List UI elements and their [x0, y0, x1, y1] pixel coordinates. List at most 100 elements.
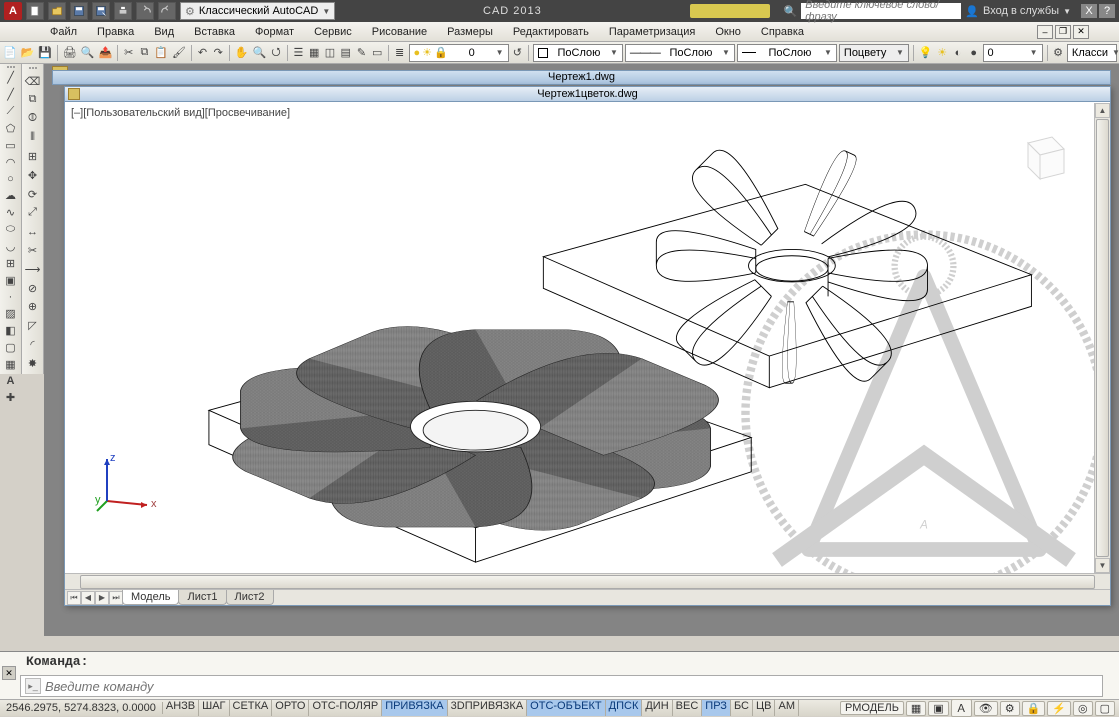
text-icon[interactable]: A	[2, 374, 20, 388]
scroll-thumb-v[interactable]	[1096, 119, 1109, 557]
light-icon[interactable]: 💡	[918, 43, 934, 63]
scroll-thumb-h[interactable]	[80, 575, 1095, 589]
tb-paste-icon[interactable]: 📋	[153, 43, 169, 63]
isolate-objects-icon[interactable]: ◎	[1073, 701, 1093, 716]
status-toggle-3dпривязка[interactable]: 3DПРИВЯЗКА	[448, 700, 528, 716]
block-icon[interactable]: ▣	[2, 273, 20, 288]
visualstyle-dropdown[interactable]: 0▼	[983, 44, 1043, 62]
menu-file[interactable]: Файл	[40, 24, 87, 40]
clean-screen-icon[interactable]: ▢	[1095, 701, 1115, 716]
stretch-icon[interactable]: ↔	[24, 223, 42, 240]
status-toggle-отс-поляр[interactable]: ОТС-ПОЛЯР	[309, 700, 382, 716]
trim-icon[interactable]: ✂	[24, 242, 42, 259]
ws-dropdown[interactable]: Класси▼	[1067, 44, 1117, 62]
status-toggle-ам[interactable]: АМ	[775, 700, 799, 716]
status-toggle-шаг[interactable]: ШАГ	[199, 700, 229, 716]
layer-manager-icon[interactable]: ≣	[393, 43, 407, 63]
menu-modify[interactable]: Редактировать	[503, 24, 599, 40]
point-icon[interactable]: ·	[2, 290, 20, 304]
tb-redo-icon[interactable]: ↷	[211, 43, 225, 63]
circle-icon[interactable]: ○	[2, 172, 20, 186]
scroll-down-icon[interactable]: ▼	[1095, 558, 1110, 573]
status-toggle-дпск[interactable]: ДПСК	[606, 700, 643, 716]
drawing-canvas[interactable]: [–][Пользовательский вид][Просвечивание]…	[65, 103, 1094, 573]
cmd-close-button[interactable]: ✕	[2, 666, 16, 680]
gradient-icon[interactable]: ◧	[2, 323, 20, 338]
sun-icon[interactable]: ☀	[935, 43, 949, 63]
sheet-first-icon[interactable]: ⏮	[67, 591, 81, 605]
polygon-icon[interactable]: ⬠	[2, 121, 20, 136]
layer-previous-icon[interactable]: ↺	[511, 43, 525, 63]
horizontal-scrollbar[interactable]	[65, 573, 1110, 589]
tab-layout1[interactable]: Лист1	[178, 590, 226, 605]
command-input[interactable]	[45, 679, 1102, 694]
xline-icon[interactable]: ╱	[2, 87, 20, 102]
workspace-switch-icon[interactable]: ⚙	[1000, 701, 1020, 716]
quickview-drawings-icon[interactable]: ▣	[928, 701, 948, 716]
tb-open-icon[interactable]: 📂	[20, 43, 36, 63]
hardware-accel-icon[interactable]: ⚡	[1047, 701, 1071, 716]
status-toggle-орто[interactable]: ОРТО	[272, 700, 309, 716]
menu-tools[interactable]: Сервис	[304, 24, 362, 40]
status-toggle-прз[interactable]: ПРЗ	[702, 700, 731, 716]
fillet-icon[interactable]: ◜	[24, 336, 42, 353]
tb-designcenter-icon[interactable]: ▦	[307, 43, 321, 63]
rectangle-icon[interactable]: ▭	[2, 138, 20, 153]
menu-help[interactable]: Справка	[751, 24, 814, 40]
erase-icon[interactable]: ⌫	[24, 73, 42, 90]
doc-restore-button[interactable]: ❐	[1055, 25, 1071, 39]
status-toggle-отс-объект[interactable]: ОТС-ОБЪЕКТ	[527, 700, 605, 716]
cmd-prompt-icon[interactable]: ▸_	[25, 678, 41, 694]
tb-markup-icon[interactable]: ✎	[355, 43, 369, 63]
move-icon[interactable]: ✥	[24, 167, 42, 184]
line-icon[interactable]: ╱	[2, 70, 20, 85]
menu-insert[interactable]: Вставка	[184, 24, 245, 40]
qat-save-icon[interactable]	[70, 2, 88, 20]
break-icon[interactable]: ⊘	[24, 280, 42, 297]
qat-saveas-icon[interactable]	[92, 2, 110, 20]
explode-icon[interactable]: ✸	[24, 355, 42, 372]
join-icon[interactable]: ⊕	[24, 299, 42, 316]
hatch-icon[interactable]: ▨	[2, 306, 20, 321]
doc2-titlebar[interactable]: Чертеж1цветок.dwg	[64, 86, 1111, 102]
sheet-prev-icon[interactable]: ◀	[81, 591, 95, 605]
offset-icon[interactable]: ⫴	[24, 129, 42, 146]
copy-icon[interactable]: ⧉	[24, 91, 42, 108]
tb-preview-icon[interactable]: 🔍	[80, 43, 96, 63]
scale-icon[interactable]: ⤢	[24, 204, 42, 221]
tab-model[interactable]: Модель	[122, 590, 179, 605]
toolbar-lock-icon[interactable]: 🔒	[1022, 701, 1046, 716]
chamfer-icon[interactable]: ◸	[24, 317, 42, 334]
tb-publish-icon[interactable]: 📤	[97, 43, 113, 63]
region-icon[interactable]: ▢	[2, 340, 20, 355]
color-dropdown[interactable]: ПоСлою ▼	[533, 44, 623, 62]
coordinates-readout[interactable]: 2546.2975, 5274.8323, 0.0000	[0, 702, 163, 714]
menu-format[interactable]: Формат	[245, 24, 304, 40]
app-menu-button[interactable]: A	[4, 2, 22, 20]
table-icon[interactable]: ▦	[2, 357, 20, 372]
annotation-scale-icon[interactable]: Ａ	[951, 699, 972, 717]
quickview-layouts-icon[interactable]: ▦	[906, 701, 926, 716]
rotate-icon[interactable]: ⟳	[24, 186, 42, 203]
ellipsearc-icon[interactable]: ◡	[2, 239, 20, 254]
tb-toolpalette-icon[interactable]: ◫	[323, 43, 337, 63]
menu-draw[interactable]: Рисование	[362, 24, 437, 40]
ellipse-icon[interactable]: ⬭	[2, 222, 20, 237]
model-space-button[interactable]: РМОДЕЛЬ	[840, 701, 904, 715]
array-icon[interactable]: ⊞	[24, 148, 42, 165]
menu-dimension[interactable]: Размеры	[437, 24, 503, 40]
layer-dropdown[interactable]: ●☀🔒 0 ▼	[409, 44, 509, 62]
doc-minimize-button[interactable]: –	[1037, 25, 1053, 39]
workspace-dropdown[interactable]: ⚙ Классический AutoCAD ▼	[180, 2, 335, 20]
qat-open-icon[interactable]	[48, 2, 66, 20]
menu-edit[interactable]: Правка	[87, 24, 144, 40]
sheet-next-icon[interactable]: ▶	[95, 591, 109, 605]
render-icon[interactable]: ●	[967, 43, 981, 63]
doc-close-button[interactable]: ✕	[1073, 25, 1089, 39]
qat-undo-icon[interactable]	[136, 2, 154, 20]
revcloud-icon[interactable]: ☁	[2, 188, 20, 203]
command-line[interactable]: ▸_	[20, 675, 1103, 697]
tb-calc-icon[interactable]: ▭	[370, 43, 384, 63]
sheet-last-icon[interactable]: ⏭	[109, 591, 123, 605]
viewcube[interactable]	[1008, 123, 1072, 187]
